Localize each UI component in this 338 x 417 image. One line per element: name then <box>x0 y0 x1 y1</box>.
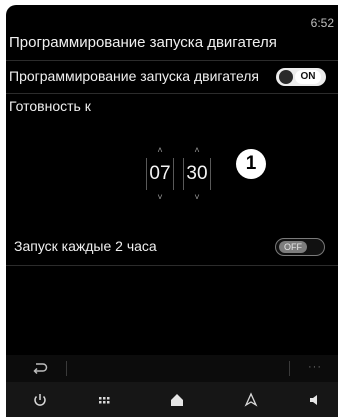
engine-start-toggle[interactable]: ON <box>276 68 326 86</box>
apps-grid-icon[interactable] <box>95 391 113 409</box>
page-title: Программирование запуска двигателя <box>9 34 277 51</box>
minute-value: 30 <box>183 158 211 190</box>
screen: 6:52 Программирование запуска двигателя … <box>6 5 338 417</box>
chevron-down-icon[interactable]: ˅ <box>146 193 174 202</box>
chevron-down-icon[interactable]: ˅ <box>183 193 211 202</box>
status-clock: 6:52 <box>310 16 334 30</box>
minute-picker[interactable]: ˄ 30 ˅ <box>183 146 211 202</box>
divider <box>6 265 338 266</box>
hour-picker[interactable]: ˄ 07 ˅ <box>146 146 174 202</box>
divider <box>6 60 338 61</box>
ready-at-label: Готовность к <box>9 98 91 114</box>
navigation-icon[interactable] <box>242 391 260 409</box>
volume-icon[interactable] <box>306 391 324 409</box>
more-menu-button[interactable]: ··· <box>308 361 322 373</box>
callout-number: 1 <box>236 149 266 179</box>
chevron-up-icon[interactable]: ˄ <box>146 146 174 155</box>
home-icon[interactable] <box>168 391 186 409</box>
divider <box>289 361 290 376</box>
engine-start-label: Программирование запуска двигателя <box>9 68 260 84</box>
toggle-track-icon <box>279 70 293 84</box>
chevron-up-icon[interactable]: ˄ <box>183 146 211 155</box>
back-bar: ··· <box>6 355 338 382</box>
hour-value: 07 <box>146 158 174 190</box>
repeat-label: Запуск каждые 2 часа <box>14 238 157 254</box>
toggle-state: OFF <box>279 241 307 253</box>
repeat-toggle[interactable]: OFF <box>275 238 325 256</box>
return-arrow-icon[interactable] <box>32 361 48 378</box>
divider <box>66 361 67 376</box>
power-icon[interactable] <box>31 391 49 409</box>
bottom-nav <box>6 382 338 417</box>
divider <box>6 93 338 94</box>
toggle-state: ON <box>295 70 321 84</box>
